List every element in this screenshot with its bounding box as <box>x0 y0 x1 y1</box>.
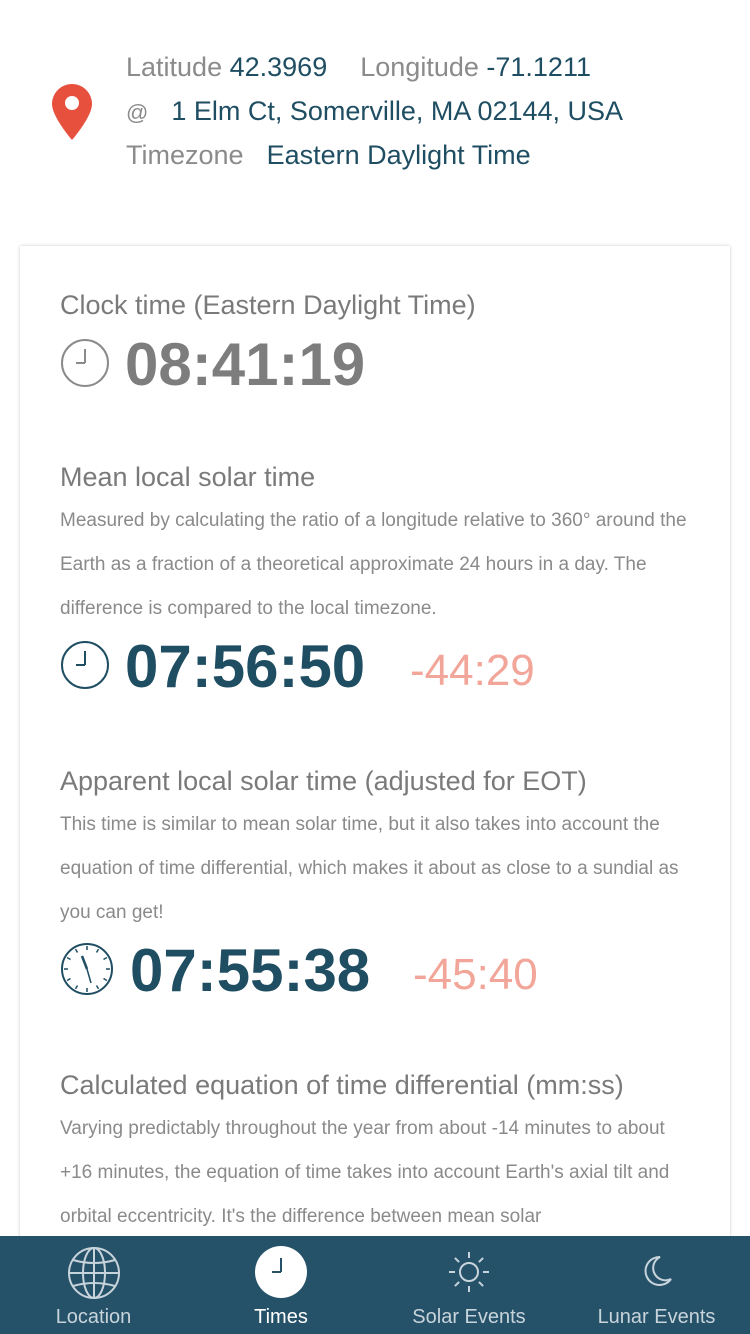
tab-location-label: Location <box>55 1306 132 1328</box>
timezone-label: Timezone <box>126 140 244 170</box>
address-value: 1 Elm Ct, Somerville, MA 02144, USA <box>171 96 624 126</box>
apparent-solar-description: This time is similar to mean solar time,… <box>60 814 679 923</box>
tab-times-label: Times <box>254 1306 308 1328</box>
apparent-solar-time-value: 07:55:38 <box>130 937 371 1004</box>
latitude-label: Latitude <box>126 52 223 82</box>
sun-icon <box>449 1252 489 1292</box>
mean-solar-title: Mean local solar time <box>60 462 316 492</box>
tab-solar-events-label: Solar Events <box>412 1306 526 1328</box>
clock-time-value: 08:41:19 <box>125 331 366 398</box>
times-card[interactable]: Clock time (Eastern Daylight Time) 08:41… <box>20 246 730 1246</box>
globe-icon <box>67 1247 120 1299</box>
mean-solar-time-value: 07:56:50 <box>125 633 366 700</box>
clock-time-title: Clock time (Eastern Daylight Time) <box>60 290 476 320</box>
mean-solar-description: Measured by calculating the ratio of a l… <box>60 510 687 619</box>
tab-solar-events[interactable]: Solar Events <box>375 1236 563 1334</box>
coordinates-line: Latitude 42.3969 Longitude -71.1211 <box>126 52 591 83</box>
clock-icon <box>61 641 109 689</box>
timezone-value: Eastern Daylight Time <box>266 140 531 170</box>
longitude-value: -71.1211 <box>486 52 591 82</box>
clock-icon <box>61 339 109 387</box>
apparent-solar-title: Apparent local solar time (adjusted for … <box>60 766 587 796</box>
clock-icon <box>255 1246 307 1298</box>
moon-icon <box>644 1255 672 1286</box>
at-symbol: @ <box>126 100 149 125</box>
eot-title: Calculated equation of time differential… <box>60 1070 624 1100</box>
tab-lunar-events-label: Lunar Events <box>597 1306 716 1328</box>
timezone-line: Timezone Eastern Daylight Time <box>126 140 531 171</box>
tab-lunar-events[interactable]: Lunar Events <box>563 1236 750 1334</box>
tab-location[interactable]: Location <box>0 1236 187 1334</box>
address-line: @ 1 Elm Ct, Somerville, MA 02144, USA <box>126 96 623 127</box>
tab-times[interactable]: Times <box>187 1236 375 1334</box>
location-header: Latitude 42.3969 Longitude -71.1211 @ 1 … <box>0 0 750 230</box>
tab-bar: Location Times Solar Events Lunar Events <box>0 1236 750 1334</box>
longitude-label: Longitude <box>360 52 479 82</box>
latitude-value: 42.3969 <box>229 52 328 82</box>
mean-solar-difference: -44:29 <box>410 646 535 695</box>
eot-description: Varying predictably throughout the year … <box>60 1118 670 1227</box>
apparent-solar-difference: -45:40 <box>413 950 538 999</box>
sundial-clock-icon <box>61 943 113 995</box>
map-pin-icon <box>52 84 92 140</box>
